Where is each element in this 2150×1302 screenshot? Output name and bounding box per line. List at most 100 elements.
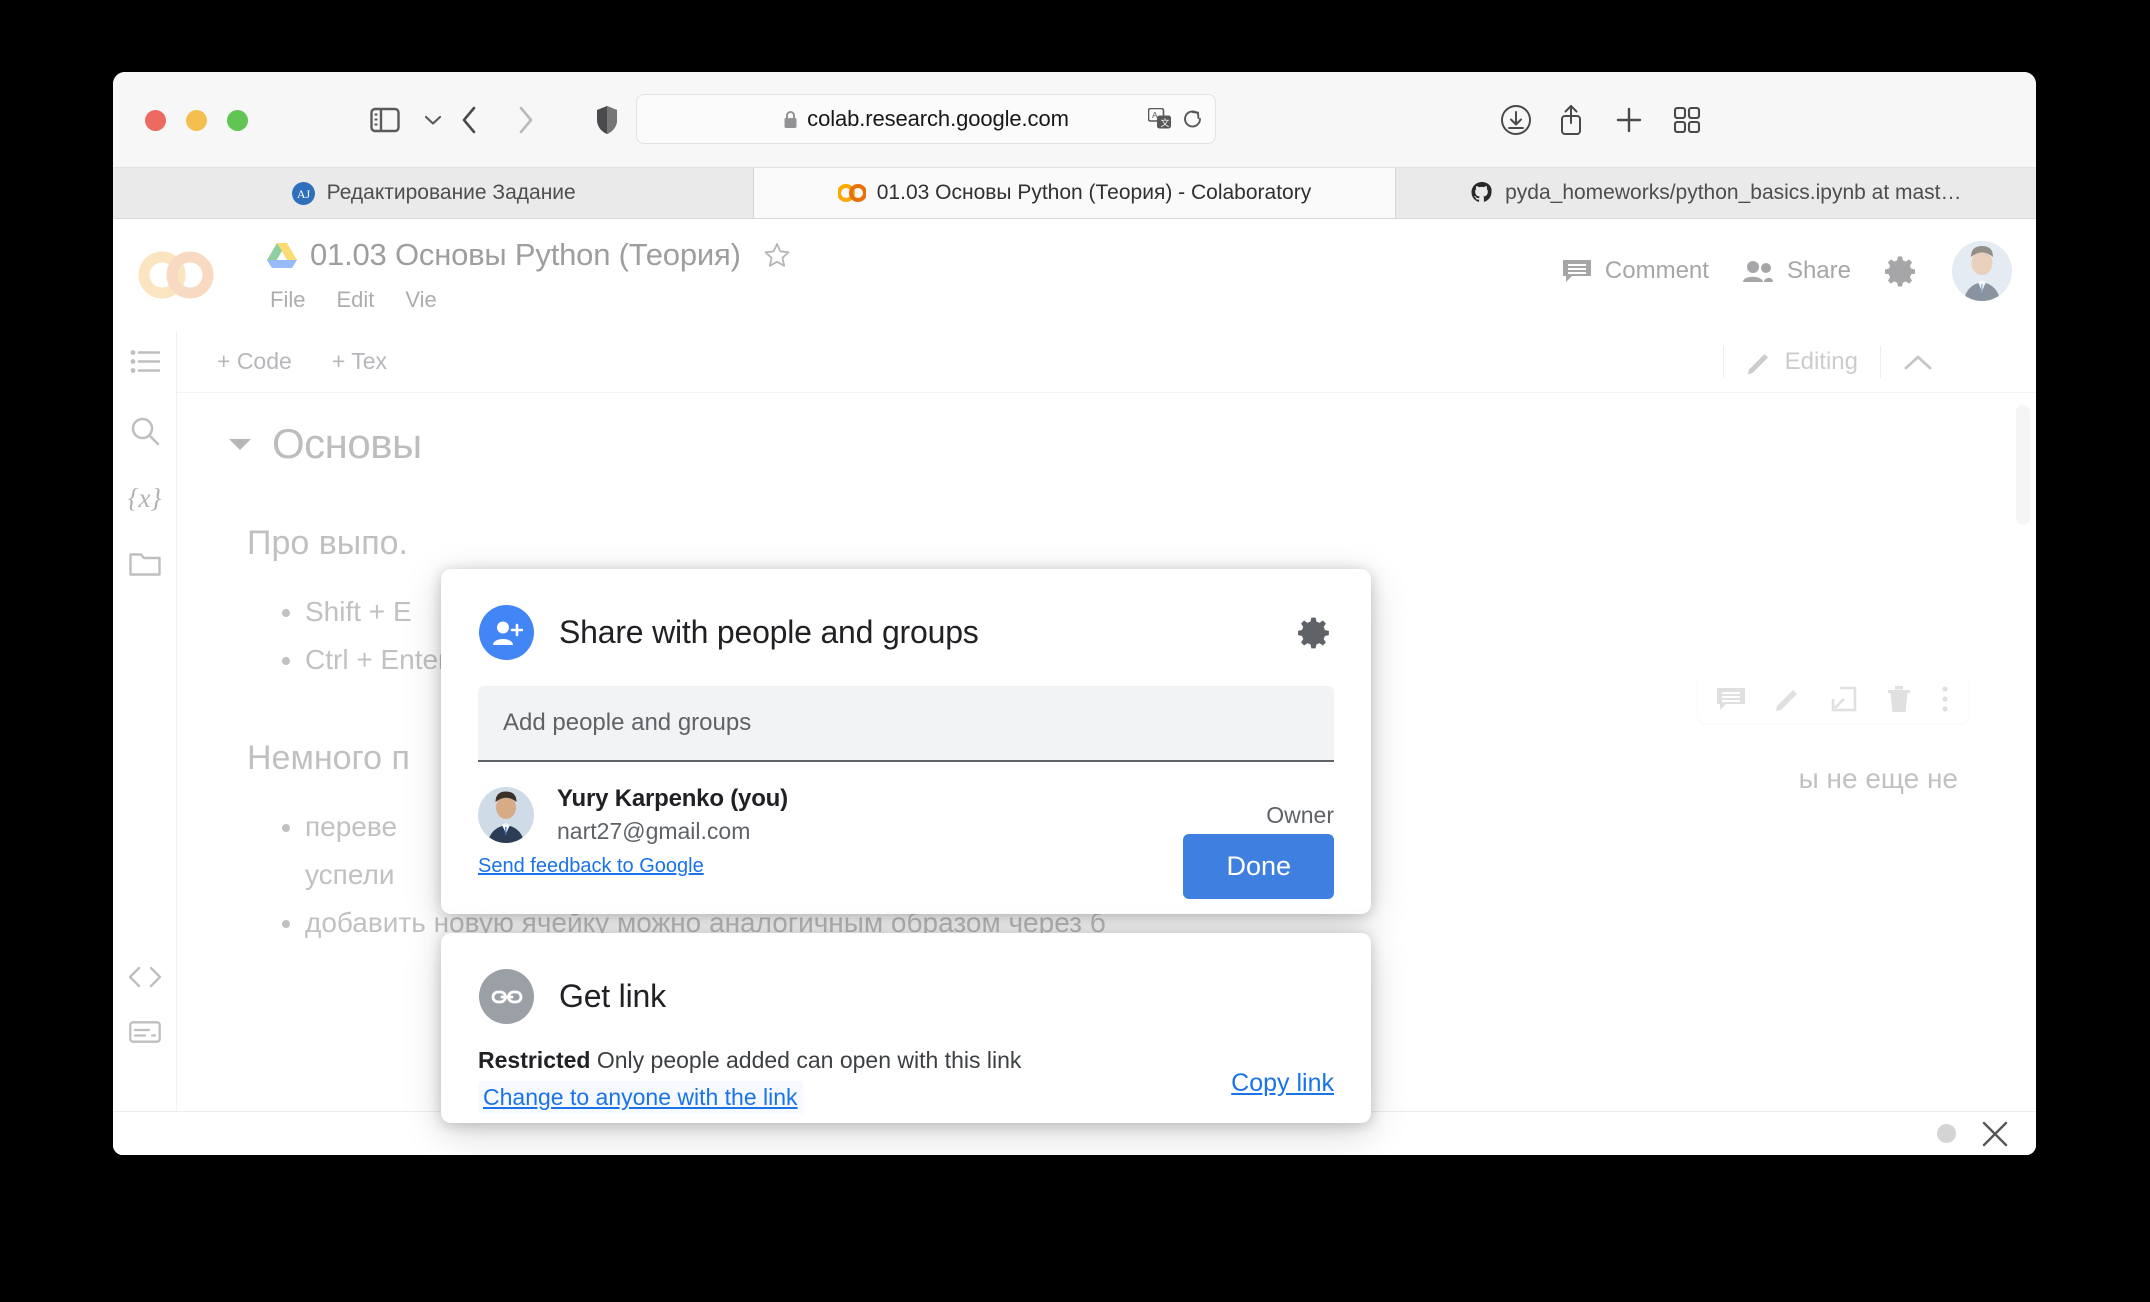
tab-overview-icon[interactable] [1673, 106, 1701, 134]
more-vertical-icon[interactable] [1940, 685, 1950, 713]
drive-icon [267, 242, 297, 269]
status-dot [1937, 1124, 1956, 1143]
menu-item-view[interactable]: Vie [405, 287, 436, 313]
open-in-new-icon[interactable] [1830, 685, 1858, 713]
toolbar-divider-left [1722, 346, 1724, 378]
notebook-area: {x} + Code + Tex Editing Основы Про выпо… [113, 331, 2036, 1155]
get-link-header: Get link [441, 933, 1371, 1024]
search-icon[interactable] [130, 416, 160, 446]
people-icon [1742, 259, 1774, 283]
back-arrow-icon[interactable] [460, 105, 478, 135]
edit-pencil-icon[interactable] [1774, 685, 1802, 713]
comment-icon[interactable] [1716, 686, 1746, 712]
blue-circle-icon: AJ [291, 181, 316, 206]
chevron-up-icon[interactable] [1903, 353, 1933, 372]
colab-header-actions: Comment Share [1562, 241, 2012, 301]
copy-link-button[interactable]: Copy link [1231, 1069, 1334, 1098]
svg-text:文: 文 [1161, 117, 1170, 128]
avatar[interactable] [1952, 241, 2012, 301]
lock-icon [783, 110, 798, 129]
collapse-caret-icon[interactable] [229, 438, 251, 450]
delete-trash-icon[interactable] [1886, 685, 1912, 713]
editing-status-group: Editing [1701, 331, 1933, 393]
svg-text:AJ: AJ [296, 187, 310, 201]
variables-icon[interactable]: {x} [128, 483, 162, 514]
sidebar-chevron-down-icon[interactable] [424, 114, 442, 126]
forward-arrow-icon[interactable] [517, 105, 535, 135]
share-button[interactable]: Share [1742, 257, 1851, 285]
comment-button[interactable]: Comment [1562, 257, 1709, 285]
colab-left-rail: {x} [113, 331, 177, 1155]
code-snippets-icon[interactable] [128, 966, 162, 988]
add-code-cell-button[interactable]: + Code [217, 348, 292, 375]
share-icon[interactable] [1558, 104, 1584, 136]
browser-tab-3[interactable]: pyda_homeworks/python_basics.ipynb at ma… [1396, 168, 2036, 218]
editing-mode-button[interactable]: Editing [1746, 348, 1858, 376]
colab-page: 01.03 Основы Python (Теория) File Edit V… [113, 219, 2036, 1155]
notebook-heading-text: Основы [272, 420, 422, 467]
pencil-icon [1746, 349, 1773, 376]
notebook-scrollbar[interactable] [2016, 405, 2030, 525]
editing-label-text: Editing [1784, 348, 1858, 375]
url-text: colab.research.google.com [807, 106, 1069, 131]
document-title-row: 01.03 Основы Python (Теория) [267, 237, 791, 273]
table-of-contents-icon[interactable] [130, 349, 160, 375]
close-icon[interactable] [1982, 1121, 2008, 1147]
colab-icon [837, 183, 866, 203]
tab-strip: AJ Редактирование Задание 01.03 Основы P… [113, 168, 2036, 219]
person-add-icon [479, 605, 534, 660]
colab-menu-bar: File Edit Vie [270, 287, 437, 313]
colab-logo[interactable] [138, 244, 214, 306]
done-button[interactable]: Done [1183, 833, 1334, 899]
page-title: 01.03 Основы Python (Теория) [310, 237, 741, 272]
download-icon[interactable] [1500, 104, 1532, 136]
link-access-description: Only people added can open with this lin… [596, 1047, 1022, 1073]
add-text-cell-button[interactable]: + Tex [332, 348, 387, 375]
add-text-label: + Tex [331, 348, 388, 374]
address-bar[interactable]: colab.research.google.com A文 [636, 94, 1216, 144]
translate-icon[interactable]: A文 [1148, 108, 1172, 130]
address-bar-actions: A文 [1148, 108, 1203, 130]
reload-icon[interactable] [1182, 108, 1203, 130]
get-link-status-text: Restricted Only people added can open wi… [478, 1047, 1021, 1074]
get-link-status-row: Restricted Only people added can open wi… [478, 1047, 1334, 1114]
share-dialog-header: Share with people and groups [441, 569, 1371, 660]
notebook-section-1-title: Про выпо. [247, 524, 408, 562]
notebook-toolbar: + Code + Tex Editing [177, 331, 2036, 393]
star-icon[interactable] [763, 241, 791, 269]
browser-tab-2[interactable]: 01.03 Основы Python (Теория) - Colaborat… [754, 168, 1396, 218]
share-label: Share [1786, 257, 1851, 284]
maximize-window-button[interactable] [227, 110, 248, 131]
comment-icon [1562, 258, 1592, 284]
change-link-access-button[interactable]: Change to anyone with the link [478, 1081, 803, 1114]
add-people-input[interactable]: Add people and groups [478, 686, 1334, 762]
close-window-button[interactable] [145, 110, 166, 131]
browser-tab-1[interactable]: AJ Редактирование Задание [113, 168, 755, 218]
link-icon [479, 969, 534, 1024]
new-tab-plus-icon[interactable] [1615, 106, 1643, 134]
files-folder-icon[interactable] [128, 551, 161, 577]
colab-header: 01.03 Основы Python (Теория) File Edit V… [113, 219, 2036, 331]
share-people-dialog: Share with people and groups Add people … [441, 569, 1371, 914]
share-dialog-title: Share with people and groups [559, 614, 979, 650]
terminal-icon[interactable] [128, 1021, 161, 1043]
browser-tab-3-label: pyda_homeworks/python_basics.ipynb at ma… [1505, 181, 1962, 204]
window-controls [145, 110, 248, 131]
add-people-placeholder: Add people and groups [503, 709, 752, 736]
minimize-window-button[interactable] [186, 110, 207, 131]
sidebar-toggle-icon[interactable] [370, 107, 400, 132]
menu-item-edit[interactable]: Edit [336, 287, 374, 313]
notebook-side-text-fragment: ы не еще не [1798, 763, 1958, 794]
menu-item-file[interactable]: File [270, 287, 305, 313]
send-feedback-link[interactable]: Send feedback to Google [478, 855, 704, 878]
share-person-name: Yury Karpenko (you) [557, 785, 788, 812]
notebook-heading: Основы [229, 420, 1911, 468]
add-code-label: + Code [217, 348, 292, 374]
comment-label: Comment [1604, 257, 1709, 284]
gear-icon[interactable] [1297, 615, 1333, 651]
shield-icon[interactable] [595, 105, 619, 135]
get-link-status-block: Restricted Only people added can open wi… [478, 1047, 1021, 1114]
gear-icon[interactable] [1884, 254, 1919, 289]
link-access-badge: Restricted [478, 1047, 591, 1073]
get-link-title: Get link [559, 978, 666, 1014]
